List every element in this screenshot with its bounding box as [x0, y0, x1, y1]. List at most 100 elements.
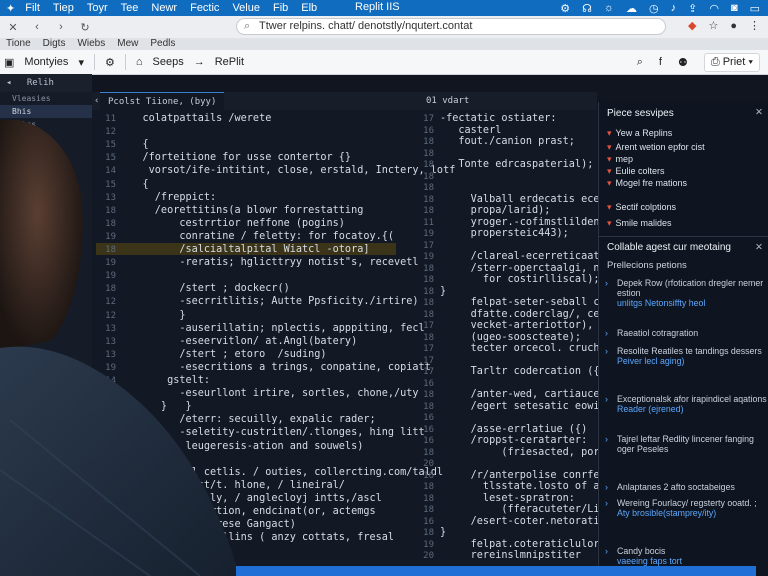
tab-editor-left[interactable]: Pcolst Tiione, (byy)	[100, 92, 225, 111]
code-line[interactable]: -esecritions a trings, conpatine, copiat…	[118, 362, 430, 373]
sidebar-item[interactable]: Wers	[0, 235, 92, 248]
code-line[interactable]: colatpattails /werete	[118, 113, 272, 124]
code-line[interactable]: -fectatic ostiater:	[440, 113, 557, 124]
menu-item[interactable]: Newr	[151, 2, 177, 14]
panel-bullet[interactable]: ▾ Sectif colptions	[607, 202, 676, 213]
app-menu-item[interactable]: Mew	[117, 38, 138, 50]
volume-icon[interactable]: ♪	[671, 2, 677, 14]
code-line[interactable]: /forteitione for usse contertor {}	[118, 152, 352, 163]
clock-icon[interactable]: ◷	[649, 2, 659, 15]
panel-bullet[interactable]: ▾ Eulie colters	[607, 166, 665, 177]
menu-item[interactable]: Tiep	[53, 2, 74, 14]
apple-icon[interactable]: ✦	[6, 2, 15, 15]
suggestion-card[interactable]: › Anlaptanes 2 afto soctabeiges	[605, 482, 768, 492]
wifi-icon[interactable]: ◠	[709, 2, 719, 15]
code-line[interactable]: -eseurllont irtire, sortles, chone,/uty	[118, 388, 418, 399]
target-label[interactable]: RePlit	[215, 56, 244, 68]
cloud-icon[interactable]: ☁	[626, 2, 637, 15]
forward-icon[interactable]: ›	[54, 21, 68, 33]
code-line[interactable]: cestrrtior neffone (pogins)	[118, 218, 345, 229]
code-line[interactable]: fout./canion prast;	[440, 136, 575, 147]
tab-editor-right[interactable]: 01 vdart	[426, 92, 469, 110]
menu-item[interactable]: Toyr	[87, 2, 108, 14]
code-line[interactable]: leset-spratron:	[440, 493, 575, 504]
profile-icon[interactable]: ●	[730, 20, 737, 32]
code-line[interactable]: propa/larid);	[440, 205, 551, 216]
code-line[interactable]: /roppst-ceratarter:	[440, 435, 588, 446]
chevron-down-icon[interactable]: ▾	[78, 56, 84, 69]
suggestion-link[interactable]: unlitgs Netonsiffty heol	[617, 298, 768, 308]
menu-item[interactable]: Filt	[25, 2, 40, 14]
panel-bullet[interactable]: ▾ Arent wetion epfor cist	[607, 142, 705, 153]
sidebar-item[interactable]: Abels	[0, 157, 92, 170]
code-line[interactable]: /asse-errlatiue ({)	[440, 424, 588, 435]
sidebar-item[interactable]: Ostioss	[0, 196, 92, 209]
sidebar-item[interactable]: Ses	[0, 183, 92, 196]
suggestion-link[interactable]: vaeeing faps tort	[617, 556, 768, 566]
settings-icon[interactable]: ⚙	[105, 56, 115, 69]
suggestion-card[interactable]: › Resolite Reatiles te tandings dessers Pe…	[605, 346, 768, 366]
sidebar-item[interactable]: Tolss	[0, 118, 92, 131]
code-line[interactable]: }	[118, 310, 185, 321]
panel-bullet[interactable]: ▾ Mogel fre mations	[607, 178, 687, 189]
code-line[interactable]: Tonte edrcaspaterial);	[440, 159, 593, 170]
code-line[interactable]: /eterr: secuilly, expalic rader;	[118, 414, 375, 425]
close-icon[interactable]: ✕	[755, 107, 763, 118]
sidebar-item[interactable]: Antons	[0, 209, 92, 222]
code-line[interactable]: gstelt:	[118, 375, 210, 386]
code-line[interactable]: conlst/t. hlone, / lineiral/	[118, 480, 345, 491]
sidebar-item[interactable]: Tpgs	[0, 248, 92, 261]
sidebar-item[interactable]: Wilds	[0, 222, 92, 235]
url-bar[interactable]: ⌕ Ttwer relpins. chatt/ denotstly/nquter…	[236, 18, 666, 35]
reload-icon[interactable]: ↻	[78, 21, 92, 34]
code-line[interactable]: Tarltr codercation ({)	[440, 366, 606, 377]
code-line[interactable]: }	[440, 286, 446, 297]
code-line[interactable]: nsiertion, endcinat(or, actemgs	[118, 506, 375, 517]
code-line[interactable]: -reratis; hglicttryy notist"s, recevetl	[118, 257, 418, 268]
print-button[interactable]: ⎙ Priet ▾	[703, 52, 760, 72]
sidebar-item[interactable]: Anbes	[0, 261, 92, 274]
battery-icon[interactable]: ▭	[750, 2, 760, 15]
suggestion-card[interactable]: › Exceptionalsk afor irapindicel aqations…	[605, 394, 768, 414]
code-line[interactable]: casterl	[440, 125, 501, 136]
sidebar-item[interactable]: Ltalye	[0, 170, 92, 183]
window-close-icon[interactable]: ✕	[6, 21, 20, 34]
code-line[interactable]: propersteic443);	[440, 228, 569, 239]
code-line[interactable]: {	[118, 179, 149, 190]
share-icon[interactable]: ⇪	[688, 2, 697, 15]
menu-item[interactable]: Fectic	[190, 2, 219, 14]
sun-icon[interactable]: ☼	[604, 2, 614, 14]
suggestion-link[interactable]: Peiver lecl aging)	[617, 356, 768, 366]
suggestion-card[interactable]: › Wereing Fourlacy/ regsterty ooatd. ; Aty…	[605, 498, 768, 518]
sidebar-item[interactable]: Fuwls	[0, 144, 92, 157]
home-icon[interactable]: ⌂	[136, 56, 143, 68]
code-line[interactable]: vorsot/ife-intitint, close, erstald, Inc…	[118, 165, 456, 176]
panel-bullet[interactable]: ▾ Yew a Replins	[607, 128, 672, 139]
code-line[interactable]: /stert ; etoro /suding)	[118, 349, 326, 360]
code-line[interactable]: /egert setesatic eowite//	[440, 401, 624, 412]
suggestion-link[interactable]: Aty brosible(stamprey/ity)	[617, 508, 768, 518]
code-line[interactable]: leugeresis-ation and souwels)	[118, 441, 363, 452]
code-line[interactable]: Valball erdecatis ecestis	[440, 194, 624, 205]
suggestion-card[interactable]: › Raeatiol cotragration	[605, 328, 768, 338]
chat-icon[interactable]: ◙	[731, 2, 738, 14]
code-line[interactable]: etally, / anglecloyj intts,/ascl	[118, 493, 381, 504]
code-line[interactable]: /salcialtalpital Wiatcl -otora]	[118, 244, 369, 255]
code-line[interactable]: /freppict:	[118, 192, 216, 203]
code-line[interactable]: }espintel cetlis. / outies, collercting.…	[118, 467, 444, 478]
code-line[interactable]: {	[118, 139, 149, 150]
back-icon[interactable]: ‹	[30, 21, 44, 33]
code-line[interactable]: yroger.-cofimstlildentcle	[440, 217, 624, 228]
code-line[interactable]: /anter-wed, cartiauces;	[440, 389, 612, 400]
app-menu-item[interactable]: Digts	[43, 38, 66, 50]
headphones-icon[interactable]: ☊	[582, 2, 592, 15]
project-name[interactable]: Montyies	[24, 56, 68, 68]
code-line[interactable]: }	[440, 527, 446, 538]
user-icon[interactable]: ⚉	[678, 56, 688, 69]
extension-icon[interactable]: ◆	[688, 19, 696, 32]
code-line[interactable]: }	[118, 454, 161, 465]
code-line[interactable]: } }	[118, 401, 192, 412]
code-line[interactable]: rpertallins ( anzy cottats, fresal	[118, 532, 394, 543]
code-line[interactable]: erforrese Gangact)	[118, 519, 295, 530]
code-line[interactable]: /eorettitins(a blowr forrestatting	[118, 205, 364, 216]
